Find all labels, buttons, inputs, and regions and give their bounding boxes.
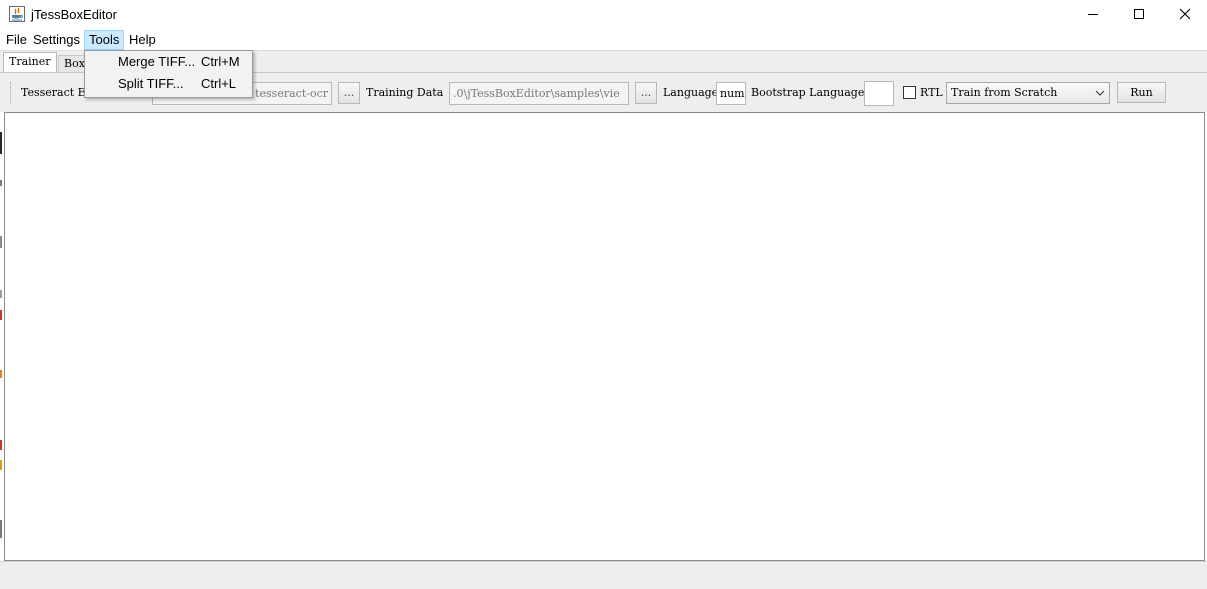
edge-artifact — [0, 310, 2, 320]
maximize-icon — [1133, 8, 1145, 23]
minimize-button[interactable] — [1070, 0, 1116, 30]
bootstrap-language-input[interactable] — [864, 81, 894, 106]
tesseract-executables-label: Tesseract E — [21, 86, 86, 99]
rtl-checkbox[interactable] — [903, 86, 916, 99]
edge-artifact — [0, 460, 2, 470]
toolbar-grip — [10, 82, 11, 104]
close-button[interactable] — [1162, 0, 1207, 30]
edge-artifact — [0, 290, 2, 298]
language-input[interactable]: num — [716, 82, 746, 105]
minimize-icon — [1087, 8, 1099, 23]
run-button[interactable]: Run — [1117, 82, 1166, 103]
edge-artifact — [0, 180, 2, 186]
maximize-button[interactable] — [1116, 0, 1162, 30]
edge-artifact — [0, 236, 2, 248]
menu-item-shortcut: Ctrl+M — [201, 54, 240, 69]
menu-tools[interactable]: Tools — [84, 30, 124, 50]
menu-item-shortcut: Ctrl+L — [201, 76, 237, 91]
bootstrap-language-label: Bootstrap Language — [751, 86, 865, 99]
menu-help[interactable]: Help — [125, 30, 160, 50]
close-icon — [1179, 8, 1191, 23]
menu-settings[interactable]: Settings — [29, 30, 84, 50]
menu-item-split-tiff[interactable]: Split TIFF... Ctrl+L — [85, 73, 250, 95]
status-bar — [0, 561, 1207, 589]
menu-bar — [0, 30, 1207, 50]
training-data-field[interactable]: .0\jTessBoxEditor\samples\vie — [449, 82, 629, 105]
edge-artifact — [0, 440, 2, 450]
training-mode-select[interactable]: Train from Scratch — [946, 82, 1110, 104]
chevron-down-icon — [1094, 86, 1106, 100]
window-title: jTessBoxEditor — [31, 7, 117, 22]
rtl-label: RTL — [920, 86, 943, 99]
output-text-area[interactable] — [4, 112, 1205, 561]
title-bar — [0, 0, 1207, 30]
java-app-icon — [9, 6, 25, 22]
language-label: Language — [663, 86, 719, 99]
edge-artifact — [0, 132, 2, 154]
menu-item-label: Merge TIFF... — [118, 54, 196, 69]
edge-artifact — [0, 520, 2, 538]
tab-trainer[interactable]: Trainer — [3, 52, 57, 73]
menu-item-merge-tiff[interactable]: Merge TIFF... Ctrl+M — [85, 51, 250, 73]
menu-item-label: Split TIFF... — [118, 76, 184, 91]
edge-artifact — [0, 370, 2, 378]
training-data-label: Training Data — [366, 86, 444, 99]
browse-tesseract-button[interactable]: ... — [338, 82, 360, 104]
menu-file[interactable]: File — [2, 30, 31, 50]
browse-training-data-button[interactable]: ... — [635, 82, 657, 104]
